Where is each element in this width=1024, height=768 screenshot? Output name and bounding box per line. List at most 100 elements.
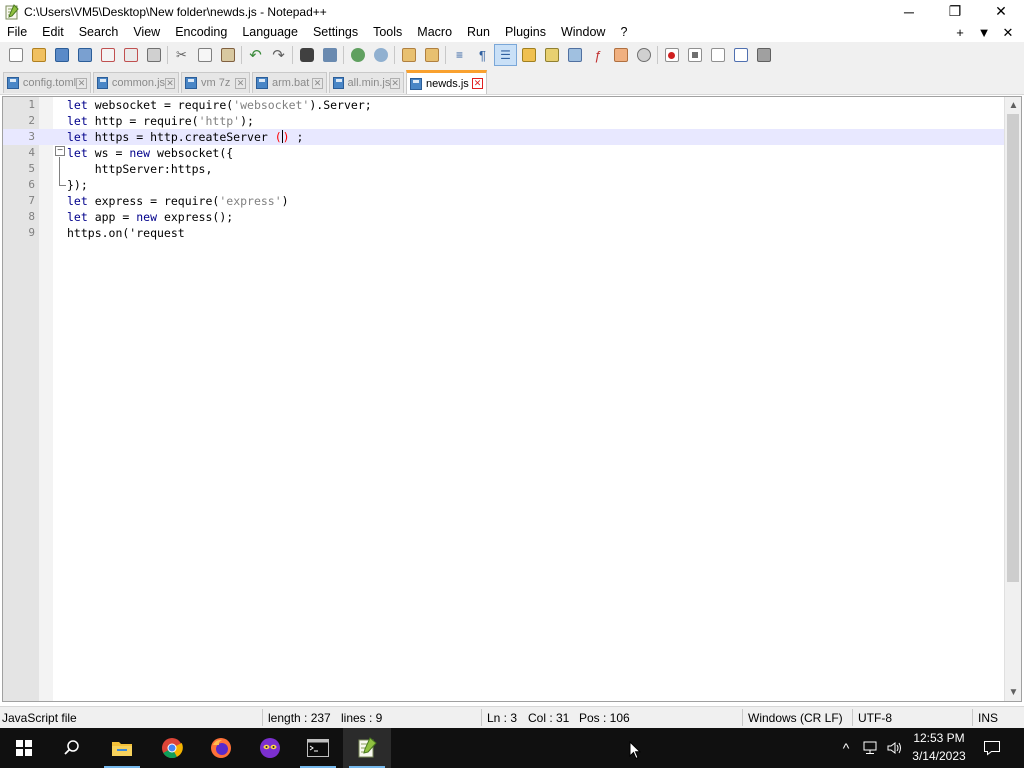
- cut-icon[interactable]: ✂: [170, 44, 193, 66]
- function-list-icon[interactable]: ƒ: [586, 44, 609, 66]
- search-icon: [64, 740, 79, 755]
- tab-close-icon[interactable]: ✕: [76, 77, 87, 89]
- tab-common-js[interactable]: common.js ✕: [93, 72, 179, 93]
- save-icon[interactable]: [50, 44, 73, 66]
- save-all-icon[interactable]: [73, 44, 96, 66]
- print-icon[interactable]: [142, 44, 165, 66]
- vertical-scrollbar[interactable]: ▲ ▼: [1004, 97, 1021, 701]
- save-macro-icon[interactable]: [752, 44, 775, 66]
- user-defined-language-icon[interactable]: [517, 44, 540, 66]
- menu-settings[interactable]: Settings: [306, 23, 366, 42]
- playback-macro-icon[interactable]: [706, 44, 729, 66]
- tor-vpn-app-button[interactable]: [246, 728, 294, 768]
- code-line[interactable]: 7 let express = require('express'): [3, 193, 1005, 209]
- scroll-up-icon[interactable]: ▲: [1005, 97, 1022, 114]
- code-line[interactable]: 2 let http = require('http');: [3, 113, 1005, 129]
- document-list-icon[interactable]: [563, 44, 586, 66]
- new-tab-button[interactable]: +: [948, 25, 972, 40]
- tab-all-min-js[interactable]: all.min.js ✕: [329, 72, 404, 93]
- sync-vertical-scroll-icon[interactable]: [397, 44, 420, 66]
- file-explorer-button[interactable]: [98, 728, 146, 768]
- status-eol[interactable]: Windows (CR LF): [748, 711, 843, 725]
- zoom-in-icon[interactable]: [346, 44, 369, 66]
- menu-file[interactable]: File: [0, 23, 35, 42]
- menu-search[interactable]: Search: [72, 23, 127, 42]
- chrome-button[interactable]: [148, 728, 196, 768]
- volume-icon[interactable]: [886, 740, 904, 756]
- folder-as-workspace-icon[interactable]: [609, 44, 632, 66]
- redo-icon[interactable]: ↷: [267, 44, 290, 66]
- code-line[interactable]: 5 httpServer:https,: [3, 161, 1005, 177]
- menu-tools[interactable]: Tools: [366, 23, 410, 42]
- tab-close-icon[interactable]: ✕: [165, 77, 175, 89]
- zoom-out-icon[interactable]: [369, 44, 392, 66]
- close-document-button[interactable]: ✕: [996, 25, 1020, 41]
- menu-run[interactable]: Run: [460, 23, 498, 42]
- status-insert-mode[interactable]: INS: [978, 711, 998, 725]
- search-button[interactable]: [48, 728, 96, 768]
- tab-close-icon[interactable]: ✕: [312, 77, 323, 89]
- restore-button[interactable]: ❐: [932, 0, 978, 23]
- menu-bar: File Edit Search View Encoding Language …: [0, 23, 1024, 42]
- paste-icon[interactable]: [216, 44, 239, 66]
- word-wrap-icon[interactable]: ≡: [448, 44, 471, 66]
- tab-close-icon[interactable]: ✕: [235, 77, 246, 89]
- code-editor[interactable]: 1 let websocket = require('websocket').Se…: [2, 96, 1022, 702]
- document-map-icon[interactable]: [540, 44, 563, 66]
- clock-date[interactable]: 3/14/2023: [910, 749, 968, 763]
- replace-icon[interactable]: [318, 44, 341, 66]
- fold-collapse-icon[interactable]: −: [55, 146, 65, 156]
- indent-guide-icon[interactable]: ☰: [494, 44, 517, 66]
- scroll-thumb[interactable]: [1007, 114, 1019, 582]
- code-line[interactable]: 1 let websocket = require('websocket').Se…: [3, 97, 1005, 113]
- code-line[interactable]: 9 https.on('request: [3, 225, 1005, 241]
- menu-edit[interactable]: Edit: [35, 23, 72, 42]
- close-button[interactable]: ✕: [978, 0, 1024, 23]
- tab-close-icon[interactable]: ✕: [472, 78, 483, 89]
- menu-plugins[interactable]: Plugins: [498, 23, 554, 42]
- notepad-plus-plus-taskbar-button[interactable]: [343, 728, 391, 768]
- start-button[interactable]: [0, 728, 48, 768]
- copy-icon[interactable]: [193, 44, 216, 66]
- code-token: https = http.createServer: [87, 130, 275, 144]
- code-text: let app = new express();: [67, 209, 233, 225]
- notifications-icon[interactable]: [983, 739, 1001, 757]
- tab-newds-js[interactable]: newds.js ✕: [406, 70, 487, 94]
- code-line[interactable]: 6});: [3, 177, 1005, 193]
- status-encoding[interactable]: UTF-8: [858, 711, 892, 725]
- tab-vm-7z[interactable]: vm 7z ✕: [181, 72, 250, 93]
- network-icon[interactable]: [862, 740, 880, 756]
- code-line[interactable]: 3 let https = http.createServer () ;: [3, 129, 1005, 145]
- close-file-icon[interactable]: [96, 44, 119, 66]
- tab-arm-bat[interactable]: arm.bat ✕: [252, 72, 327, 93]
- sync-horizontal-scroll-icon[interactable]: [420, 44, 443, 66]
- show-all-characters-icon[interactable]: ¶: [471, 44, 494, 66]
- run-macro-multiple-icon[interactable]: [729, 44, 752, 66]
- close-all-icon[interactable]: [119, 44, 142, 66]
- record-macro-icon[interactable]: [660, 44, 683, 66]
- stop-recording-icon[interactable]: [683, 44, 706, 66]
- new-file-icon[interactable]: [4, 44, 27, 66]
- scroll-down-icon[interactable]: ▼: [1005, 684, 1022, 701]
- open-file-icon[interactable]: [27, 44, 50, 66]
- monitoring-icon[interactable]: [632, 44, 655, 66]
- command-prompt-button[interactable]: [294, 728, 342, 768]
- menu-view[interactable]: View: [126, 23, 168, 42]
- tab-close-icon[interactable]: ✕: [390, 77, 400, 89]
- menu-macro[interactable]: Macro: [410, 23, 460, 42]
- tray-chevron-icon[interactable]: ^: [839, 740, 853, 756]
- minimize-button[interactable]: ─: [886, 0, 932, 23]
- find-icon[interactable]: [295, 44, 318, 66]
- tab-list-dropdown-button[interactable]: ▼: [972, 25, 996, 40]
- code-line[interactable]: 8 let app = new express();: [3, 209, 1005, 225]
- tab-config-toml[interactable]: config.toml ✕: [3, 72, 91, 93]
- menu-encoding[interactable]: Encoding: [168, 23, 235, 42]
- undo-icon[interactable]: ↶: [244, 44, 267, 66]
- code-line[interactable]: 4 let ws = new websocket({: [3, 145, 1005, 161]
- menu-window[interactable]: Window: [554, 23, 613, 42]
- menu-help[interactable]: ?: [613, 23, 635, 42]
- clock-time[interactable]: 12:53 PM: [910, 731, 968, 745]
- status-lines: lines : 9: [341, 711, 383, 725]
- firefox-button[interactable]: [197, 728, 245, 768]
- menu-language[interactable]: Language: [235, 23, 306, 42]
